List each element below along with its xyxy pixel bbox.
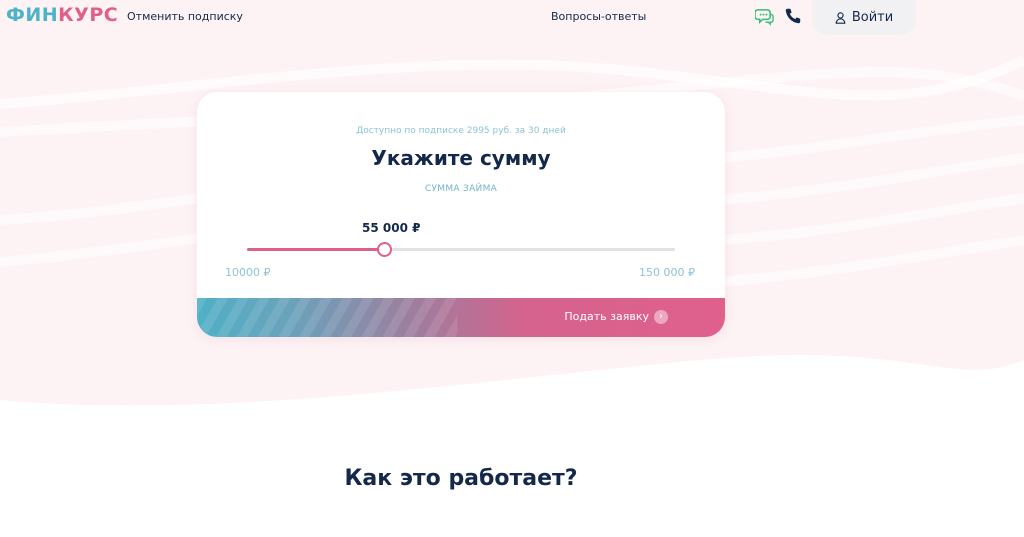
amount-label: СУММА ЗАЙМА — [424, 184, 498, 194]
subscription-note: Доступно по подписке 2995 руб. за 30 дне… — [356, 126, 566, 136]
amount-slider[interactable] — [247, 242, 675, 257]
site-header: ФИНКУРС Отменить подписку Вопросы-ответы… — [0, 0, 1024, 36]
user-icon — [835, 11, 846, 24]
slider-fill — [247, 248, 385, 251]
logo-part-fin: ФИН — [6, 4, 59, 26]
stripe-decoration — [197, 298, 457, 337]
how-it-works-title: Как это работает? — [344, 466, 578, 491]
cancel-subscription-link[interactable]: Отменить подписку — [127, 10, 243, 23]
login-button[interactable]: Войти — [812, 0, 916, 35]
max-amount-label: 150 000 ₽ — [639, 266, 695, 279]
submit-label: Подать заявку — [564, 310, 649, 323]
chat-bubble-icon[interactable] — [755, 7, 774, 26]
submit-application-button[interactable]: Подать заявку › — [197, 298, 725, 337]
slider-thumb[interactable] — [376, 242, 392, 257]
login-label: Войти — [851, 10, 894, 25]
logo-part-kurs: КУРС — [58, 4, 119, 26]
logo[interactable]: ФИНКУРС — [6, 4, 118, 26]
loan-amount-card: Доступно по подписке 2995 руб. за 30 дне… — [197, 92, 725, 337]
current-amount-value: 55 000 ₽ — [362, 221, 421, 235]
faq-link[interactable]: Вопросы-ответы — [551, 10, 646, 23]
min-amount-label: 10000 ₽ — [225, 266, 271, 279]
card-title: Укажите сумму — [371, 146, 551, 170]
arrow-right-icon: › — [654, 310, 668, 324]
phone-icon[interactable] — [784, 7, 802, 25]
